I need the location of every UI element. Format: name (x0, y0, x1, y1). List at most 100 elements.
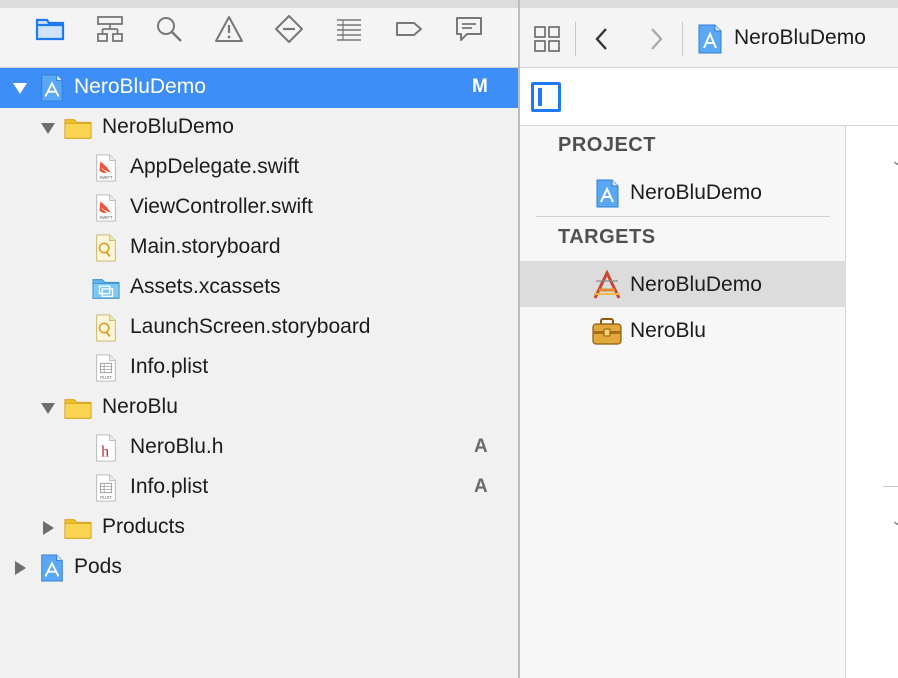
list-icon (334, 14, 364, 49)
tree-row-label: NeroBlu.h (130, 435, 224, 458)
xcode-project-icon (592, 178, 622, 208)
disclosure-chevron-icon[interactable]: ⌄ (891, 152, 898, 169)
folder-icon (64, 514, 92, 542)
tree-row-label: NeroBluDemo (74, 75, 206, 98)
folder-icon (64, 394, 92, 422)
project-editor: NeroBluDemo PROJECT NeroBluDemo TARGETS (520, 0, 898, 678)
tree-row-label: Main.storyboard (130, 235, 281, 258)
tree-row-label: NeroBluDemo (102, 115, 234, 138)
svg-text:PLIST: PLIST (100, 375, 112, 380)
disclosure-expanded-icon[interactable] (12, 81, 28, 95)
source-control-status-badge: M (472, 76, 488, 97)
xcode-project-icon (698, 24, 722, 54)
speech-bubble-icon (454, 14, 484, 49)
report-navigator-tab[interactable] (452, 14, 486, 48)
jump-bar-title[interactable]: NeroBluDemo (734, 26, 866, 50)
tree-row[interactable]: PLIST Info.plist A (0, 468, 518, 508)
tree-row[interactable]: h NeroBlu.h A (0, 428, 518, 468)
tree-row-label: Info.plist (130, 355, 209, 378)
folder-icon (35, 14, 65, 49)
tree-row[interactable]: Main.storyboard (0, 228, 518, 268)
folder-icon (64, 114, 92, 142)
chevron-left-icon (595, 28, 607, 50)
asset-catalog-icon (92, 274, 120, 302)
tree-row-label: Products (102, 515, 185, 538)
framework-toolbox-icon (592, 316, 622, 346)
disclosure-expanded-icon[interactable] (40, 121, 56, 135)
storyboard-icon (92, 314, 120, 342)
tree-row-label: AppDelegate.swift (130, 155, 300, 178)
debug-navigator-tab[interactable] (332, 14, 366, 48)
project-targets-outline: PROJECT NeroBluDemo TARGETS NeroBluDemo … (520, 126, 846, 678)
storyboard-icon (92, 234, 120, 262)
tree-row-label: ViewController.swift (130, 195, 313, 218)
tree-row[interactable]: SWIFT ViewController.swift (0, 188, 518, 228)
tree-row[interactable]: NeroBlu (0, 388, 518, 428)
breakpoint-navigator-tab[interactable] (392, 14, 426, 48)
swift-file-icon: SWIFT (92, 154, 120, 182)
plist-file-icon: PLIST (92, 474, 120, 502)
disclosure-collapsed-icon[interactable] (12, 561, 28, 575)
chevron-right-icon (651, 28, 663, 50)
tree-row[interactable]: NeroBluDemo M (0, 68, 518, 108)
jump-bar-separator (575, 22, 576, 56)
disclosure-expanded-icon[interactable] (40, 401, 56, 415)
outline-separator (536, 216, 830, 217)
tree-row-label: Assets.xcassets (130, 275, 281, 298)
outline-item-target-framework[interactable]: NeroBlu (520, 307, 846, 353)
tree-row-label: LaunchScreen.storyboard (130, 315, 371, 338)
tree-row[interactable]: Products (0, 508, 518, 548)
project-navigator-tab[interactable] (33, 14, 67, 48)
tree-row-label: Pods (74, 555, 122, 578)
disclosure-chevron-icon[interactable]: ⌄ (891, 512, 898, 529)
xcode-project-icon (38, 74, 66, 102)
source-control-status-badge: A (474, 436, 488, 457)
svg-text:SWIFT: SWIFT (99, 215, 112, 220)
related-items-button[interactable] (530, 22, 564, 56)
svg-text:SWIFT: SWIFT (99, 175, 112, 180)
hierarchy-icon (95, 14, 125, 49)
tree-row-label: NeroBlu (102, 395, 178, 418)
plist-file-icon: PLIST (92, 354, 120, 382)
tree-row[interactable]: Pods (0, 548, 518, 588)
jump-bar-separator (682, 22, 683, 56)
jump-bar: NeroBluDemo (520, 0, 898, 68)
disclosure-collapsed-icon[interactable] (40, 521, 56, 535)
header-file-icon: h (92, 434, 120, 462)
app-target-icon (592, 270, 622, 300)
project-navigator: NeroBluDemo M NeroBluDemo SWIFT AppDelegate.… (0, 0, 518, 678)
back-button[interactable] (588, 22, 616, 56)
tree-row[interactable]: NeroBluDemo (0, 108, 518, 148)
forward-button[interactable] (642, 22, 670, 56)
outline-item-label: NeroBlu (630, 319, 706, 342)
tree-row[interactable]: SWIFT AppDelegate.swift (0, 148, 518, 188)
project-section-header: PROJECT (558, 134, 656, 156)
editor-sub-toolbar (520, 68, 898, 126)
jump-bar-project-icon (694, 22, 726, 56)
warning-icon (214, 14, 244, 49)
swift-file-icon: SWIFT (92, 194, 120, 222)
find-navigator-tab[interactable] (152, 14, 186, 48)
navigator-selector-bar (0, 0, 518, 68)
targets-section-header: TARGETS (558, 226, 656, 248)
source-control-status-badge: A (474, 476, 488, 497)
detail-separator (883, 486, 898, 487)
symbol-navigator-tab[interactable] (93, 14, 127, 48)
outline-item-project[interactable]: NeroBluDemo (520, 169, 846, 215)
outline-item-target-app[interactable]: NeroBluDemo (520, 261, 846, 307)
outline-item-label: NeroBluDemo (630, 273, 762, 296)
xcode-project-icon (38, 554, 66, 582)
tree-row[interactable]: PLIST Info.plist (0, 348, 518, 388)
svg-text:h: h (101, 443, 109, 460)
show-outline-toggle-button[interactable] (531, 82, 561, 112)
diamond-minus-icon (274, 14, 304, 49)
search-icon (154, 14, 184, 49)
test-navigator-tab[interactable] (272, 14, 306, 48)
grid-icon (534, 26, 560, 52)
tree-row[interactable]: Assets.xcassets (0, 268, 518, 308)
settings-detail-pane: ⌄ ⌄ (847, 126, 898, 678)
svg-text:PLIST: PLIST (100, 495, 112, 500)
tree-row[interactable]: LaunchScreen.storyboard (0, 308, 518, 348)
tag-icon (394, 14, 424, 49)
issue-navigator-tab[interactable] (212, 14, 246, 48)
